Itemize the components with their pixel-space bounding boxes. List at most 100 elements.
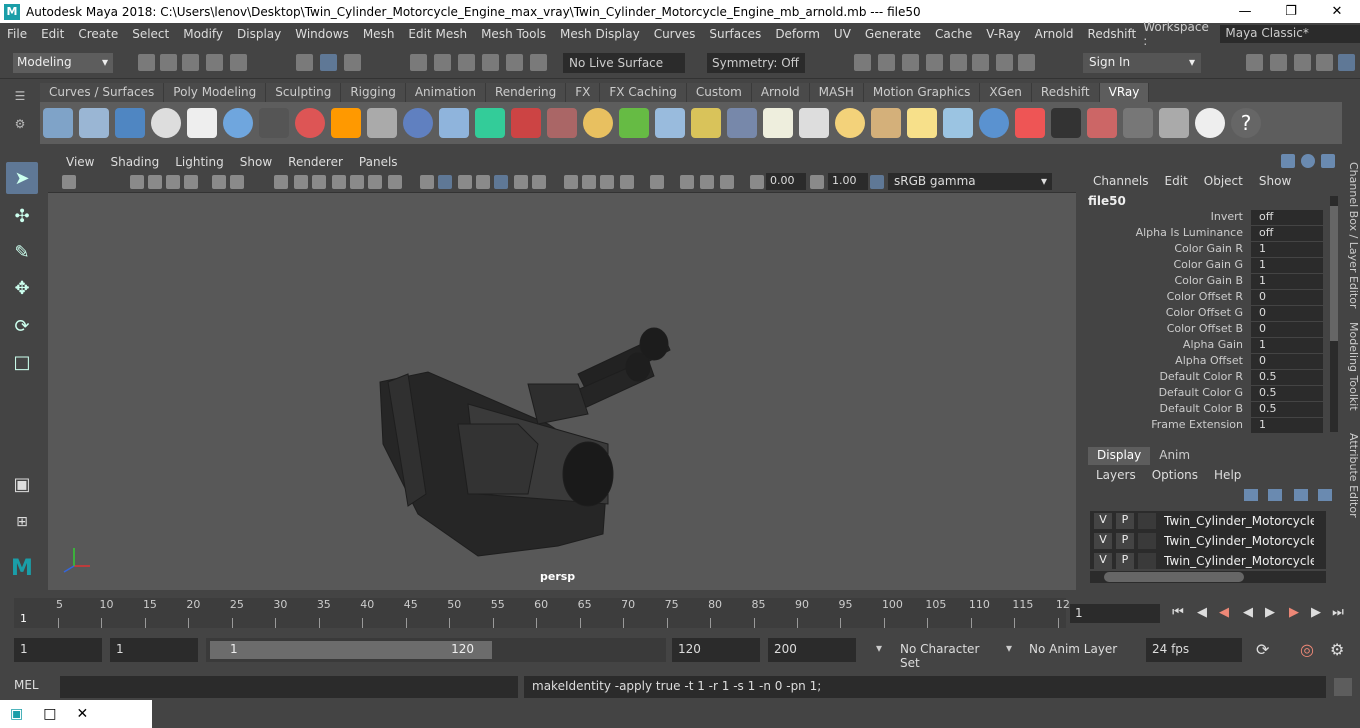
attribute-value[interactable]: 0 bbox=[1251, 322, 1323, 338]
layer-visibility-toggle[interactable]: V bbox=[1094, 513, 1112, 529]
menu-arnold[interactable]: Arnold bbox=[1028, 27, 1081, 41]
vray-mesh-light-icon[interactable] bbox=[727, 108, 757, 138]
rotate-tool-icon[interactable]: ⟳ bbox=[6, 310, 38, 342]
play-forwards-icon[interactable]: ▶ bbox=[1262, 605, 1278, 621]
attribute-row[interactable]: Alpha Offset 0 bbox=[1085, 354, 1328, 370]
attribute-row[interactable]: Default Color G 0.5 bbox=[1085, 386, 1328, 402]
safe-action-icon[interactable] bbox=[350, 175, 364, 189]
exposure-field[interactable]: 0.00 bbox=[766, 173, 806, 190]
layer-color-swatch[interactable] bbox=[1138, 513, 1156, 529]
vray-env-icon[interactable] bbox=[979, 108, 1009, 138]
attribute-row[interactable]: Default Color B 0.5 bbox=[1085, 402, 1328, 418]
snap-grid-icon[interactable] bbox=[410, 54, 427, 71]
textured-icon[interactable] bbox=[476, 175, 490, 189]
layer-row[interactable]: V P Twin_Cylinder_Motorcycle_E bbox=[1090, 531, 1326, 551]
view-transform-dropdown[interactable]: sRGB gamma bbox=[888, 173, 1052, 190]
grid-display-icon[interactable] bbox=[274, 175, 288, 189]
grid-toggle-icon[interactable] bbox=[166, 175, 180, 189]
paint-select-tool-icon[interactable]: ✎ bbox=[6, 236, 38, 268]
image-plane-icon[interactable] bbox=[148, 175, 162, 189]
bookmark-icon[interactable] bbox=[130, 175, 144, 189]
vray-material-icon[interactable] bbox=[43, 108, 73, 138]
channel-box-object-name[interactable]: file50 bbox=[1088, 194, 1126, 208]
modeling-toolkit-icon[interactable] bbox=[1246, 54, 1263, 71]
menu-surfaces[interactable]: Surfaces bbox=[702, 27, 768, 41]
vray-help-icon[interactable]: ? bbox=[1231, 108, 1261, 138]
attribute-row[interactable]: Alpha Is Luminance off bbox=[1085, 226, 1328, 242]
step-back-icon[interactable]: ◀ bbox=[1194, 605, 1210, 621]
character-set-arrow-icon[interactable]: ▾ bbox=[876, 641, 882, 655]
resolution-gate-icon[interactable] bbox=[294, 175, 308, 189]
anim-layer-arrow-icon[interactable]: ▾ bbox=[1006, 641, 1012, 655]
move-tool-icon[interactable]: ✥ bbox=[6, 272, 38, 304]
vray-proxy-icon[interactable] bbox=[547, 108, 577, 138]
vray-bulb-icon[interactable] bbox=[1159, 108, 1189, 138]
attribute-row[interactable]: Color Offset R 0 bbox=[1085, 290, 1328, 306]
attribute-row[interactable]: Color Gain G 1 bbox=[1085, 258, 1328, 274]
film-gate-icon[interactable] bbox=[184, 175, 198, 189]
smooth-shade-icon[interactable] bbox=[438, 175, 452, 189]
layer-menu-layers[interactable]: Layers bbox=[1088, 468, 1144, 482]
loop-icon[interactable]: ⟳ bbox=[1256, 640, 1269, 659]
layer-menu-help[interactable]: Help bbox=[1206, 468, 1249, 482]
new-layer-icon[interactable] bbox=[1294, 489, 1308, 501]
time-ruler[interactable]: 1 5 10 15 20 25 30 35 40 45 50 55 60 65 70 75 80 85 90 95 1… bbox=[14, 598, 1070, 628]
layer-visibility-toggle[interactable]: V bbox=[1094, 553, 1112, 569]
layer-menu-options[interactable]: Options bbox=[1144, 468, 1206, 482]
animation-start-field[interactable]: 1 bbox=[14, 638, 102, 662]
xray-icon[interactable] bbox=[650, 175, 664, 189]
channel-box-menu-object[interactable]: Object bbox=[1196, 174, 1251, 188]
shelf-tab-vray[interactable]: VRay bbox=[1099, 83, 1150, 102]
menu-edit-mesh[interactable]: Edit Mesh bbox=[401, 27, 474, 41]
undo-icon[interactable] bbox=[206, 54, 223, 71]
snap-view-plane-icon[interactable] bbox=[482, 54, 499, 71]
animation-preferences-icon[interactable]: ⚙ bbox=[1330, 640, 1344, 659]
vray-material-ball-icon[interactable] bbox=[295, 108, 325, 138]
go-to-end-icon[interactable]: ⏭ bbox=[1330, 605, 1346, 621]
current-frame-field[interactable]: 1 bbox=[1070, 604, 1160, 623]
shelf-tab-redshift[interactable]: Redshift bbox=[1031, 83, 1100, 102]
vray-cloud-icon[interactable] bbox=[1195, 108, 1225, 138]
anim-layer-dropdown[interactable]: No Anim Layer bbox=[1023, 638, 1127, 662]
channel-box-menu-edit[interactable]: Edit bbox=[1157, 174, 1196, 188]
viewport-menu-panels[interactable]: Panels bbox=[351, 155, 406, 169]
menu-curves[interactable]: Curves bbox=[647, 27, 703, 41]
auto-key-icon[interactable]: ◎ bbox=[1300, 640, 1314, 659]
gamma-icon[interactable] bbox=[810, 175, 824, 189]
redo-icon[interactable] bbox=[230, 54, 247, 71]
menu-select[interactable]: Select bbox=[125, 27, 176, 41]
animation-end-field[interactable]: 200 bbox=[768, 638, 856, 662]
shelf-tab-rendering[interactable]: Rendering bbox=[486, 83, 567, 102]
single-pane-layout-icon[interactable]: ▣ bbox=[6, 468, 38, 500]
fps-dropdown[interactable]: 24 fps bbox=[1146, 638, 1242, 662]
layer-hscrollbar[interactable] bbox=[1090, 571, 1326, 583]
viewport-menu-shading[interactable]: Shading bbox=[102, 155, 167, 169]
attribute-value[interactable]: 0.5 bbox=[1251, 370, 1323, 386]
shelf-tab-custom[interactable]: Custom bbox=[686, 83, 752, 102]
side-tab-modeling-toolkit[interactable]: Modeling Toolkit bbox=[1342, 318, 1360, 414]
shelf-tab-motion-graphics[interactable]: Motion Graphics bbox=[863, 83, 981, 102]
select-component-icon[interactable] bbox=[344, 54, 361, 71]
shelf-tab-poly-modeling[interactable]: Poly Modeling bbox=[164, 83, 267, 102]
attribute-value[interactable]: 1 bbox=[1251, 242, 1323, 258]
character-controls-icon[interactable] bbox=[1270, 54, 1287, 71]
vray-sun-icon[interactable] bbox=[907, 108, 937, 138]
save-scene-icon[interactable] bbox=[182, 54, 199, 71]
playback-start-field[interactable]: 1 bbox=[110, 638, 198, 662]
menu-edit[interactable]: Edit bbox=[34, 27, 71, 41]
vray-cone-light-icon[interactable] bbox=[871, 108, 901, 138]
attribute-value[interactable]: 0.5 bbox=[1251, 386, 1323, 402]
menu-mesh-display[interactable]: Mesh Display bbox=[553, 27, 647, 41]
engine-model[interactable] bbox=[48, 194, 1076, 590]
channel-box-list-icon[interactable] bbox=[1281, 154, 1295, 168]
scale-tool-icon[interactable]: □ bbox=[6, 346, 38, 378]
attribute-row[interactable]: Color Gain B 1 bbox=[1085, 274, 1328, 290]
attribute-editor-icon[interactable] bbox=[1294, 54, 1311, 71]
current-time-marker[interactable]: 1 bbox=[20, 612, 27, 625]
snap-point-icon[interactable] bbox=[458, 54, 475, 71]
render-view-icon[interactable] bbox=[854, 54, 871, 71]
safe-title-icon[interactable] bbox=[368, 175, 382, 189]
attribute-row[interactable]: Default Color R 0.5 bbox=[1085, 370, 1328, 386]
vray-sun-half-icon[interactable] bbox=[763, 108, 793, 138]
layer-name[interactable]: Twin_Cylinder_Motorcycle_E bbox=[1164, 514, 1314, 528]
